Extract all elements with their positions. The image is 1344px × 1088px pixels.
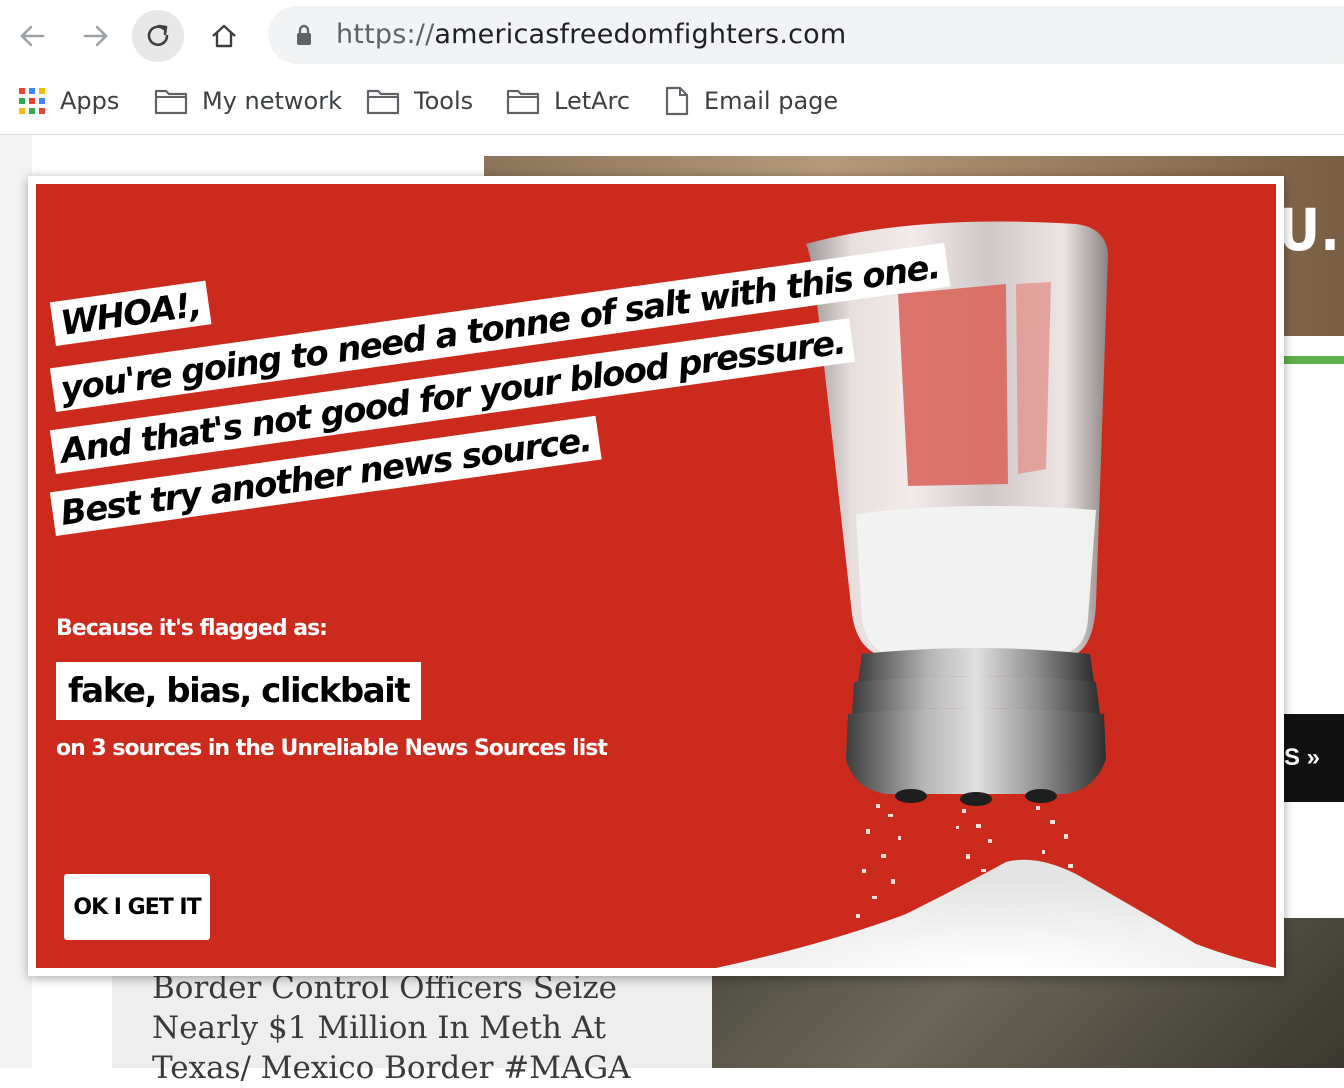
lock-icon <box>297 24 311 45</box>
bookmark-my-network[interactable]: My network <box>154 84 342 118</box>
folder-icon <box>366 89 400 115</box>
unreliable-source-modal: WHOA!, you're going to need a tonne of s… <box>28 176 1284 976</box>
bookmarks-bar: Apps My network Tools LetArc Email page <box>0 72 1344 135</box>
salt-shaker-illustration <box>716 221 1276 968</box>
bookmark-letarc[interactable]: LetArc <box>506 84 630 118</box>
ok-i-get-it-button[interactable]: OK I GET IT <box>64 874 210 940</box>
apps-grid-icon <box>19 88 45 114</box>
modal-panel: WHOA!, you're going to need a tonne of s… <box>36 184 1276 968</box>
sources-note: on 3 sources in the Unreliable News Sour… <box>56 736 608 761</box>
browser-toolbar: https://americasfreedomfighters.com <box>0 0 1344 72</box>
bookmark-label: My network <box>202 87 343 115</box>
bookmark-tools[interactable]: Tools <box>366 84 473 118</box>
home-button[interactable] <box>198 10 250 62</box>
address-bar[interactable]: https://americasfreedomfighters.com <box>268 6 1344 64</box>
bookmark-label: Apps <box>60 87 120 115</box>
back-button[interactable] <box>6 10 58 62</box>
url-text: https://americasfreedomfighters.com <box>336 19 846 50</box>
url-host: americasfreedomfighters.com <box>434 19 847 50</box>
back-arrow-icon <box>20 25 45 47</box>
article-title[interactable]: Border Control Officers Seize Nearly $1 … <box>152 968 672 1088</box>
bookmark-label: Email page <box>704 87 839 115</box>
url-scheme: https:// <box>336 19 435 50</box>
reload-button[interactable] <box>132 10 184 62</box>
bookmark-apps[interactable]: Apps <box>18 84 119 118</box>
page-icon <box>665 86 689 116</box>
more-articles-label: S » <box>1284 744 1321 771</box>
bookmark-label: Tools <box>414 87 474 115</box>
reload-icon <box>147 24 169 46</box>
article-card[interactable]: Border Control Officers Seize Nearly $1 … <box>112 968 712 1086</box>
forward-button[interactable] <box>70 10 122 62</box>
home-icon <box>212 24 236 48</box>
green-divider <box>1284 356 1344 364</box>
bookmark-email-page[interactable]: Email page <box>664 84 838 118</box>
folder-icon <box>506 89 540 115</box>
flag-label: Because it's flagged as: <box>56 616 328 641</box>
headline-line-1: WHOA!, <box>49 280 212 346</box>
bookmark-label: LetArc <box>554 87 631 115</box>
hero-text: U. <box>1277 196 1340 264</box>
forward-arrow-icon <box>83 25 108 47</box>
flag-tags: fake, bias, clickbait <box>56 662 422 720</box>
folder-icon <box>154 89 188 115</box>
more-articles-button[interactable]: S » <box>1284 714 1344 802</box>
